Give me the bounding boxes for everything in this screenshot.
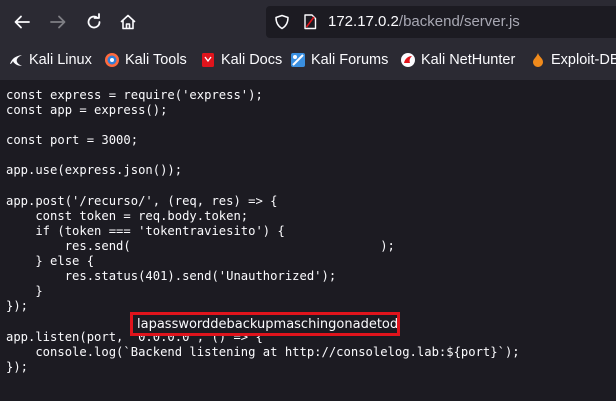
home-icon [120,14,136,30]
bookmark-kali-linux[interactable]: Kali Linux [8,50,92,70]
kali-docs-icon [200,52,216,68]
bookmark-kali-nethunter[interactable]: Kali NetHunter [400,50,515,70]
bookmarks-toolbar: Kali Linux Kali Tools Kali Docs Kali For… [0,44,616,76]
code-line: res.status(401).send('Unauthorized'); [6,269,337,284]
kali-dragon-icon [8,52,24,68]
home-button[interactable] [114,8,142,36]
back-arrow-icon [14,15,30,29]
exploit-db-icon [530,52,546,68]
bookmark-label: Kali Tools [125,52,187,68]
bookmark-exploit-db[interactable]: Exploit-DB [530,50,616,70]
bookmark-kali-tools[interactable]: Kali Tools [104,50,187,70]
forward-button[interactable] [44,8,72,36]
kali-nethunter-icon [400,52,416,68]
url-host: 172.17.0.2 [328,13,399,30]
page-content: const express = require('express'); const… [0,80,616,401]
code-line: const token = req.body.token; [6,208,249,223]
code-line: }); [6,359,29,374]
bookmark-label: Kali Forums [311,52,389,68]
bookmark-kali-forums[interactable]: Kali Forums [290,50,388,70]
bookmark-kali-docs[interactable]: Kali Docs [200,50,282,70]
code-line: if (token === 'tokentraviesito') { [6,223,285,238]
shield-icon[interactable] [274,14,290,30]
code-line: const port = 3000; [6,133,139,148]
code-line: app.use(express.json()); [6,163,183,178]
browser-chrome: 172.17.0.2/backend/server.js Kali Linux … [0,0,616,80]
url-text[interactable]: 172.17.0.2/backend/server.js [328,13,520,30]
code-line: res.send( ); [6,238,395,253]
bookmark-label: Kali NetHunter [421,52,516,68]
reload-icon [87,13,101,29]
highlighted-password: lapassworddebackupmaschingonadetodas [137,316,400,332]
code-line: app.post('/recurso/', (req, res) => { [6,193,278,208]
kali-tools-icon [104,52,120,68]
forward-arrow-icon [50,15,66,29]
bookmark-label: Exploit-DB [551,52,616,68]
code-line: const express = require('express'); [6,88,263,102]
code-line: const app = express(); [6,103,168,118]
navigation-toolbar: 172.17.0.2/backend/server.js [0,0,616,44]
code-line: } [6,284,43,299]
bookmark-label: Kali Linux [29,52,92,68]
back-button[interactable] [8,8,36,36]
reload-button[interactable] [80,8,108,36]
kali-forums-icon [290,52,306,68]
url-path: /backend/server.js [398,13,520,30]
url-bar[interactable]: 172.17.0.2/backend/server.js [266,6,616,38]
highlighted-password-box: lapassworddebackupmaschingonadetodas [130,312,400,336]
code-line: } else { [6,254,95,269]
page-info-icon[interactable] [302,13,318,31]
bookmark-label: Kali Docs [221,52,283,68]
code-line: console.log(`Backend listening at http:/… [6,344,520,359]
